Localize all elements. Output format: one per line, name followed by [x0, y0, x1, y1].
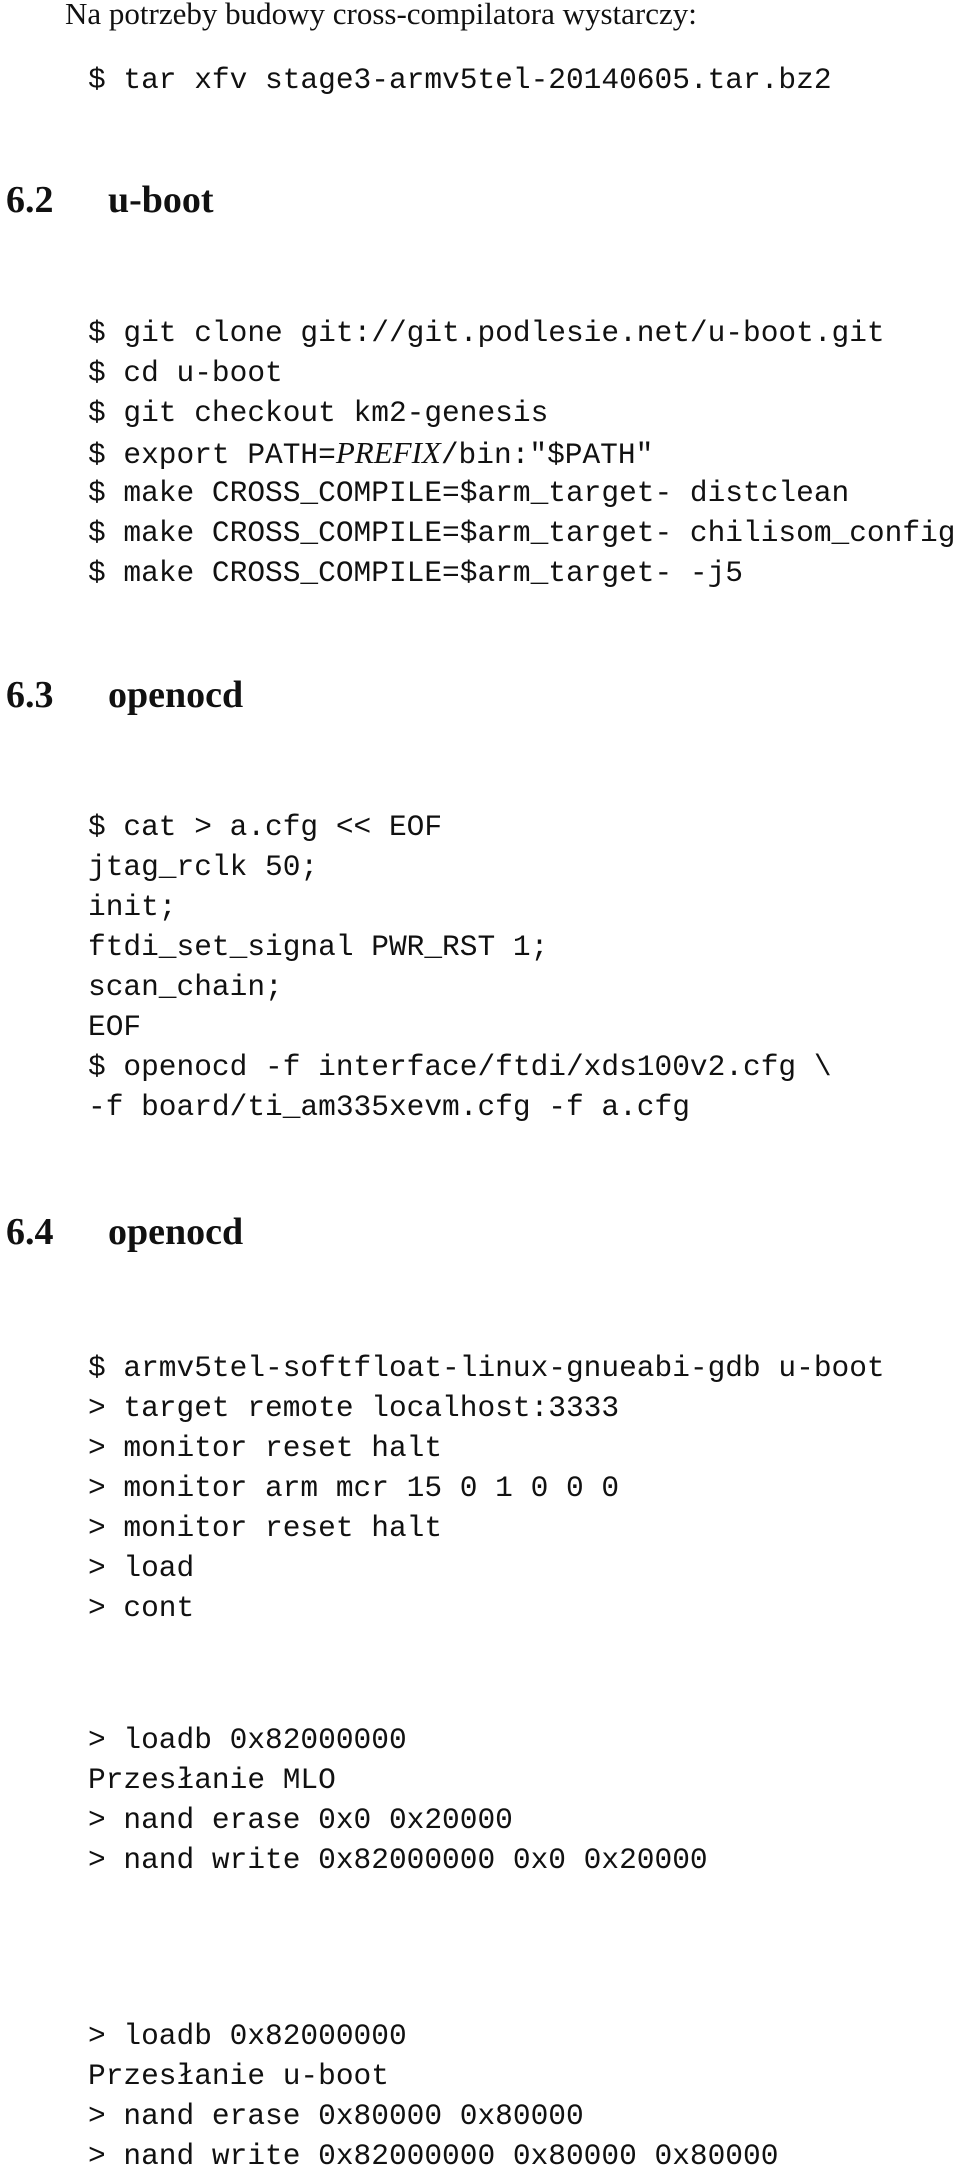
code-line: > monitor arm mcr 15 0 1 0 0 0 — [88, 1471, 620, 1505]
section-title: openocd — [108, 674, 244, 716]
section-heading-6-2: 6.2 u-boot — [6, 178, 214, 222]
code-line: Przesłanie u-boot — [88, 2059, 389, 2093]
code-line-tar: $ tar xfv stage3-armv5tel-20140605.tar.b… — [88, 63, 832, 97]
code-line: $ make CROSS_COMPILE=$arm_target- -j5 — [88, 556, 744, 590]
code-line: EOF — [88, 1010, 142, 1044]
code-line-export-path: $ export PATH=PREFIX/bin:"$PATH" — [88, 435, 653, 473]
code-line: > monitor reset halt — [88, 1511, 443, 1545]
section-number: 6.4 — [6, 1211, 54, 1253]
code-line: $ openocd -f interface/ftdi/xds100v2.cfg… — [88, 1050, 832, 1084]
code-line: > cont — [88, 1591, 195, 1625]
section-title: u-boot — [108, 179, 214, 221]
code-line: $ make CROSS_COMPILE=$arm_target- distcl… — [88, 476, 850, 510]
code-line: Przesłanie MLO — [88, 1763, 336, 1797]
code-line: > nand erase 0x80000 0x80000 — [88, 2099, 584, 2133]
code-fragment: /bin:"$PATH" — [440, 438, 654, 472]
section-number: 6.2 — [6, 179, 54, 221]
code-line: > monitor reset halt — [88, 1431, 443, 1465]
code-line: scan_chain; — [88, 970, 283, 1004]
code-line: > nand erase 0x0 0x20000 — [88, 1803, 513, 1837]
code-line: ftdi_set_signal PWR_RST 1; — [88, 930, 549, 964]
code-line: > nand write 0x82000000 0x0 0x20000 — [88, 1843, 708, 1877]
section-heading-6-4: 6.4 openocd — [6, 1210, 243, 1254]
code-line: $ armv5tel-softfloat-linux-gnueabi-gdb u… — [88, 1351, 885, 1385]
code-line: $ git clone git://git.podlesie.net/u-boo… — [88, 316, 885, 350]
code-line: -f board/ti_am335xevm.cfg -f a.cfg — [88, 1090, 690, 1124]
code-line: $ make CROSS_COMPILE=$arm_target- chilis… — [88, 516, 956, 550]
code-line: $ cd u-boot — [88, 356, 283, 390]
code-line: > loadb 0x82000000 — [88, 2019, 407, 2053]
section-heading-6-3: 6.3 openocd — [6, 673, 243, 717]
code-line: $ git checkout km2-genesis — [88, 396, 549, 430]
code-fragment: $ export PATH= — [88, 438, 336, 472]
code-line: jtag_rclk 50; — [88, 850, 319, 884]
section-number: 6.3 — [6, 674, 54, 716]
code-line: > load — [88, 1551, 195, 1585]
code-line: > nand write 0x82000000 0x80000 0x80000 — [88, 2139, 779, 2173]
math-variable-prefix: PREFIX — [335, 435, 441, 470]
intro-paragraph: Na potrzeby budowy cross-compilatora wys… — [65, 0, 697, 31]
section-title: openocd — [108, 1211, 244, 1253]
code-line: > loadb 0x82000000 — [88, 1723, 407, 1757]
code-line: init; — [88, 890, 177, 924]
code-line: $ cat > a.cfg << EOF — [88, 810, 443, 844]
code-line: > target remote localhost:3333 — [88, 1391, 620, 1425]
